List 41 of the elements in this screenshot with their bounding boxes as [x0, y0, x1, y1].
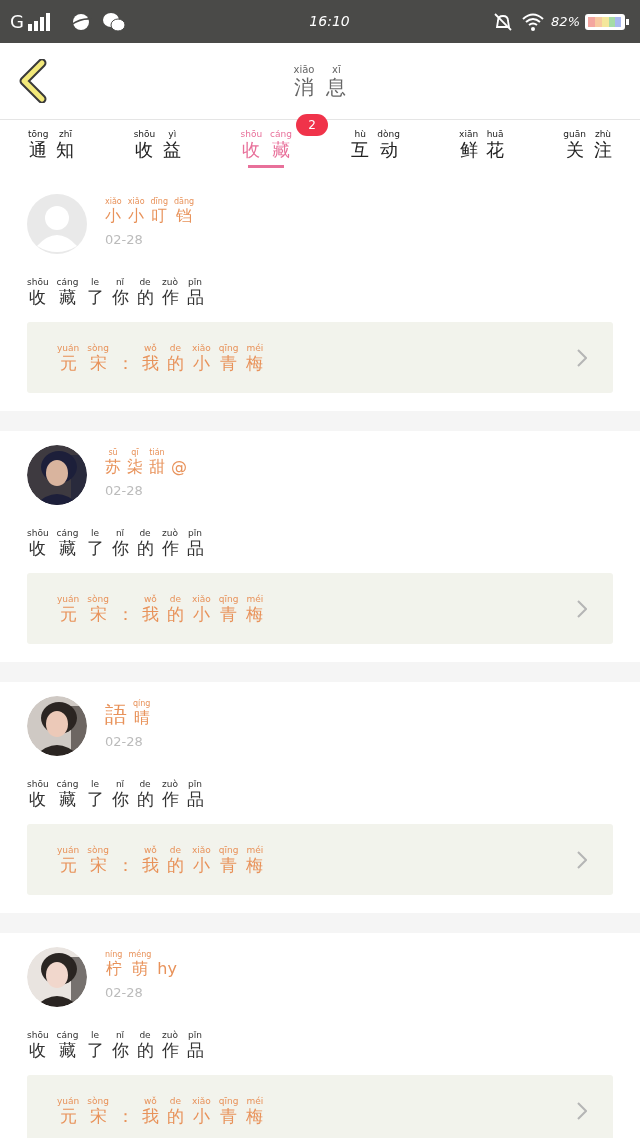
tab[interactable]: shōu 收 yì 益	[133, 130, 182, 168]
chevron-right-icon	[577, 1101, 587, 1120]
chevron-right-icon	[577, 599, 587, 618]
user-name: xiǎo 小 xiǎo 小 dīng 叮 dāng 铛	[105, 198, 195, 224]
chat-icon	[101, 11, 126, 32]
tab-label: shōu 收 cáng 藏	[240, 130, 292, 159]
tab-label: xiān 鲜 huā 花	[459, 130, 505, 159]
network-type: G	[10, 10, 24, 34]
back-icon	[18, 59, 48, 103]
user-name: sū 苏 qī 柒 tián 甜 @	[105, 449, 187, 475]
tab[interactable]: hù 互 dòng 动	[351, 130, 400, 168]
clock: 16:10	[309, 12, 350, 31]
work-title: yuán 元 sòng 宋 ： wǒ 我 de 的 xiǎo 小 qīng 青 méi 梅	[57, 343, 264, 372]
bell-off-icon	[493, 11, 514, 32]
tab-label: tōng 通 zhī 知	[28, 130, 75, 159]
chevron-right-icon	[577, 348, 587, 367]
page-title: xiāo 消 xī 息	[293, 65, 347, 97]
work-title: yuán 元 sòng 宋 ： wǒ 我 de 的 xiǎo 小 qīng 青 méi 梅	[57, 594, 264, 623]
date: 02-28	[105, 231, 144, 249]
battery-icon	[584, 11, 630, 32]
message-text: shōu 收 cáng 藏 le 了 nǐ 你 de 的 zuò 作 pǐn 品	[27, 1031, 204, 1059]
tab[interactable]: xiān 鲜 huā 花	[459, 130, 505, 168]
tab[interactable]: guān 关 zhù 注	[563, 130, 612, 168]
tab[interactable]: tōng 通 zhī 知	[28, 130, 75, 168]
back-button[interactable]	[18, 59, 48, 103]
tab-label: hù 互 dòng 动	[351, 130, 400, 159]
user-name: níng 柠 méng 萌 hy	[105, 951, 177, 977]
message-text: shōu 收 cáng 藏 le 了 nǐ 你 de 的 zuò 作 pǐn 品	[27, 529, 204, 557]
date: 02-28	[105, 482, 144, 500]
battery-percent: 82%	[551, 12, 580, 31]
message-text: shōu 收 cáng 藏 le 了 nǐ 你 de 的 zuò 作 pǐn 品	[27, 780, 204, 808]
count-badge: 2	[296, 114, 328, 136]
tab-label: shōu 收 yì 益	[133, 130, 182, 159]
date: 02-28	[105, 733, 144, 751]
chevron-right-icon	[577, 850, 587, 869]
work-title: yuán 元 sòng 宋 ： wǒ 我 de 的 xiǎo 小 qīng 青 méi 梅	[57, 1096, 264, 1125]
work-title: yuán 元 sòng 宋 ： wǒ 我 de 的 xiǎo 小 qīng 青 méi 梅	[57, 845, 264, 874]
tab-label: guān 关 zhù 注	[563, 130, 612, 159]
signal-icon	[27, 12, 52, 31]
message-text: shōu 收 cáng 藏 le 了 nǐ 你 de 的 zuò 作 pǐn 品	[27, 278, 204, 306]
date: 02-28	[105, 984, 144, 1002]
